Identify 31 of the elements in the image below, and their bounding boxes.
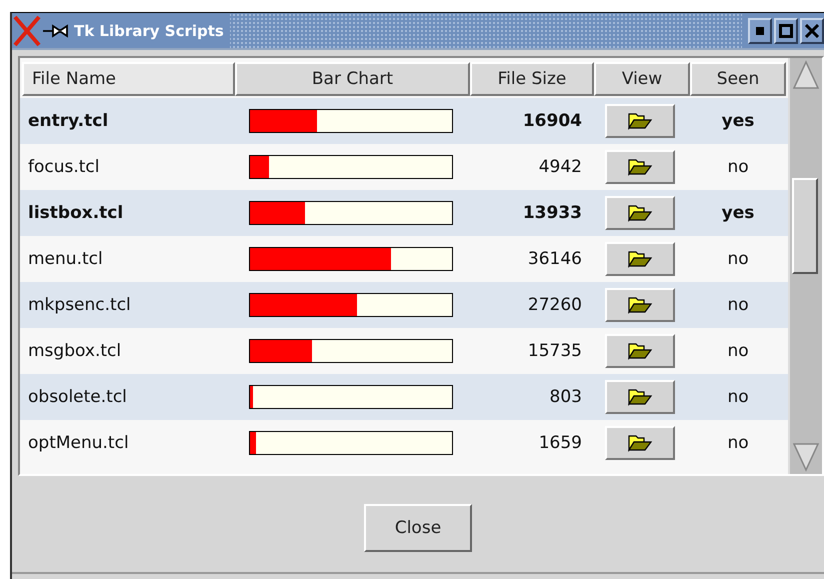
- column-header[interactable]: File Size: [470, 62, 594, 96]
- file-size: 36146: [526, 249, 583, 269]
- file-name: focus.tcl: [27, 157, 101, 177]
- seen-status: no: [726, 341, 750, 361]
- file-name: msgbox.tcl: [27, 341, 122, 361]
- file-name: mkpsenc.tcl: [27, 295, 132, 315]
- seen-status: no: [726, 157, 750, 177]
- seen-status: no: [726, 249, 750, 269]
- file-size: 13933: [522, 203, 583, 223]
- seen-status: no: [726, 295, 750, 315]
- file-name: listbox.tcl: [27, 203, 124, 223]
- column-header[interactable]: File Name: [22, 62, 235, 96]
- column-header[interactable]: Bar Chart: [235, 62, 470, 96]
- file-name: optMenu.tcl: [27, 433, 130, 453]
- file-size: 16904: [522, 111, 583, 131]
- close-button[interactable]: Close: [364, 504, 472, 552]
- file-size: 1659: [538, 433, 583, 453]
- file-size: 803: [548, 387, 583, 407]
- file-size: 4942: [538, 157, 583, 177]
- column-header[interactable]: Seen: [690, 62, 786, 96]
- file-size: 15735: [526, 341, 583, 361]
- seen-status: no: [726, 387, 750, 407]
- seen-status: yes: [720, 111, 756, 131]
- column-header[interactable]: View: [594, 62, 690, 96]
- seen-status: yes: [720, 203, 756, 223]
- window-title: Tk Library Scripts: [74, 22, 224, 40]
- file-name: entry.tcl: [27, 111, 110, 131]
- file-name: obsolete.tcl: [27, 387, 128, 407]
- file-size: 27260: [526, 295, 583, 315]
- file-name: menu.tcl: [27, 249, 104, 269]
- seen-status: no: [726, 433, 750, 453]
